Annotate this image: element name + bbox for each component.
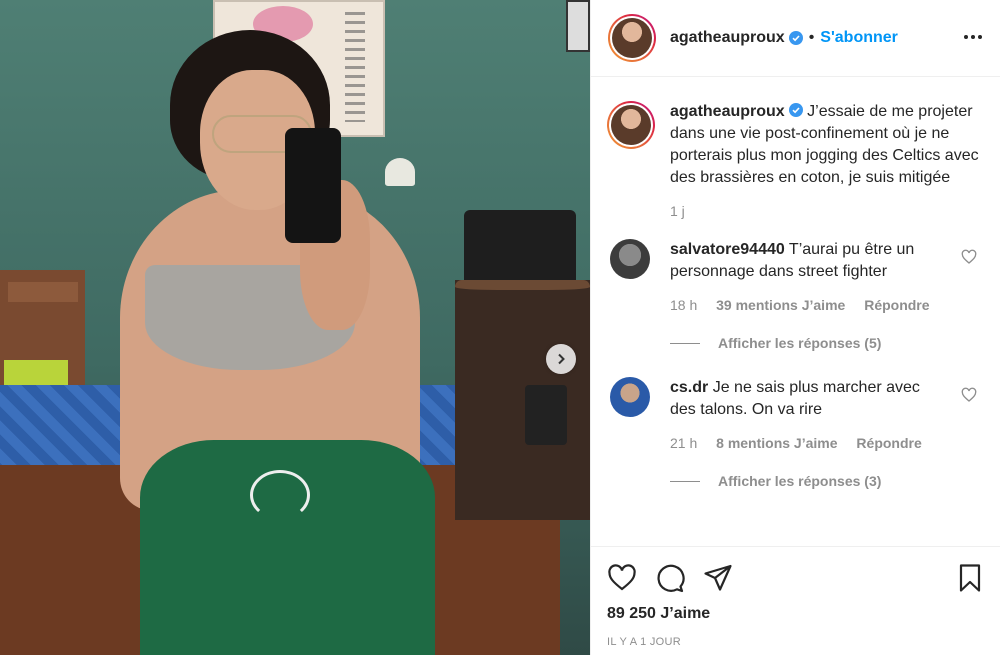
reply-button[interactable]: Répondre: [864, 297, 929, 313]
comment-like-icon[interactable]: [961, 249, 977, 265]
commenter-avatar[interactable]: [610, 377, 650, 417]
author-username[interactable]: agatheauproux: [670, 29, 785, 47]
verified-badge-icon: [788, 31, 803, 45]
wall-frame: [566, 0, 590, 52]
comment-time[interactable]: 21 h: [670, 435, 697, 451]
comment-text: cs.dr Je ne sais plus marcher avec des t…: [670, 377, 950, 421]
post-caption: agatheauproux J’essaie de me projeter da…: [607, 101, 985, 219]
post-header: agatheauproux • S'abonner: [591, 0, 1000, 77]
comment-meta: 21 h 8 mentions J’aime Répondre: [670, 435, 985, 451]
caption-username[interactable]: agatheauproux: [670, 103, 785, 120]
comment-icon[interactable]: [655, 563, 685, 593]
show-replies-label: Afficher les réponses (5): [718, 335, 882, 351]
post-panel: agatheauproux • S'abonner agatheauproux …: [590, 0, 1000, 655]
author-avatar[interactable]: [608, 14, 656, 62]
reply-button[interactable]: Répondre: [856, 435, 921, 451]
replies-divider: [670, 342, 700, 344]
post-timestamp[interactable]: IL Y A 1 JOUR: [607, 636, 985, 648]
more-options-icon[interactable]: [961, 25, 985, 49]
comment-text: salvatore94440 T’aurai pu être un person…: [670, 239, 950, 283]
heart-icon[interactable]: [607, 563, 637, 593]
chevron-right-icon: [558, 353, 565, 365]
shelf: [455, 280, 590, 520]
share-icon[interactable]: [703, 563, 733, 593]
show-replies-button[interactable]: Afficher les réponses (3): [670, 473, 985, 489]
next-photo-button[interactable]: [546, 344, 576, 374]
post-actions: 89 250 J’aime IL Y A 1 JOUR: [591, 546, 1000, 655]
show-replies-button[interactable]: Afficher les réponses (5): [670, 335, 985, 351]
caption-avatar[interactable]: [607, 101, 655, 149]
comment-item: salvatore94440 T’aurai pu être un person…: [607, 239, 985, 351]
bookmark-icon[interactable]: [955, 563, 985, 593]
comment-time[interactable]: 18 h: [670, 297, 697, 313]
comment-likes-count[interactable]: 39 mentions J’aime: [716, 297, 845, 313]
comment-item: cs.dr Je ne sais plus marcher avec des t…: [607, 377, 985, 489]
follow-button[interactable]: S'abonner: [820, 29, 898, 47]
comments-section[interactable]: agatheauproux J’essaie de me projeter da…: [591, 78, 1000, 546]
commenter-username[interactable]: salvatore94440: [670, 241, 785, 258]
header-separator: •: [808, 29, 815, 46]
likes-count[interactable]: 89 250 J’aime: [607, 605, 985, 623]
caption-time[interactable]: 1 j: [670, 203, 985, 219]
comment-body: Je ne sais plus marcher avec des talons.…: [670, 379, 920, 418]
post-photo[interactable]: [0, 0, 590, 655]
speaker: [525, 385, 567, 445]
verified-badge-icon: [788, 103, 803, 117]
bag: [464, 210, 576, 288]
person-figure: [100, 30, 450, 655]
replies-divider: [670, 480, 700, 482]
action-icons: [607, 547, 985, 605]
show-replies-label: Afficher les réponses (3): [718, 473, 882, 489]
comment-meta: 18 h 39 mentions J’aime Répondre: [670, 297, 985, 313]
caption-text: agatheauproux J’essaie de me projeter da…: [670, 101, 980, 189]
comment-likes-count[interactable]: 8 mentions J’aime: [716, 435, 837, 451]
comment-like-icon[interactable]: [961, 387, 977, 403]
commenter-avatar[interactable]: [610, 239, 650, 279]
commenter-username[interactable]: cs.dr: [670, 379, 708, 396]
